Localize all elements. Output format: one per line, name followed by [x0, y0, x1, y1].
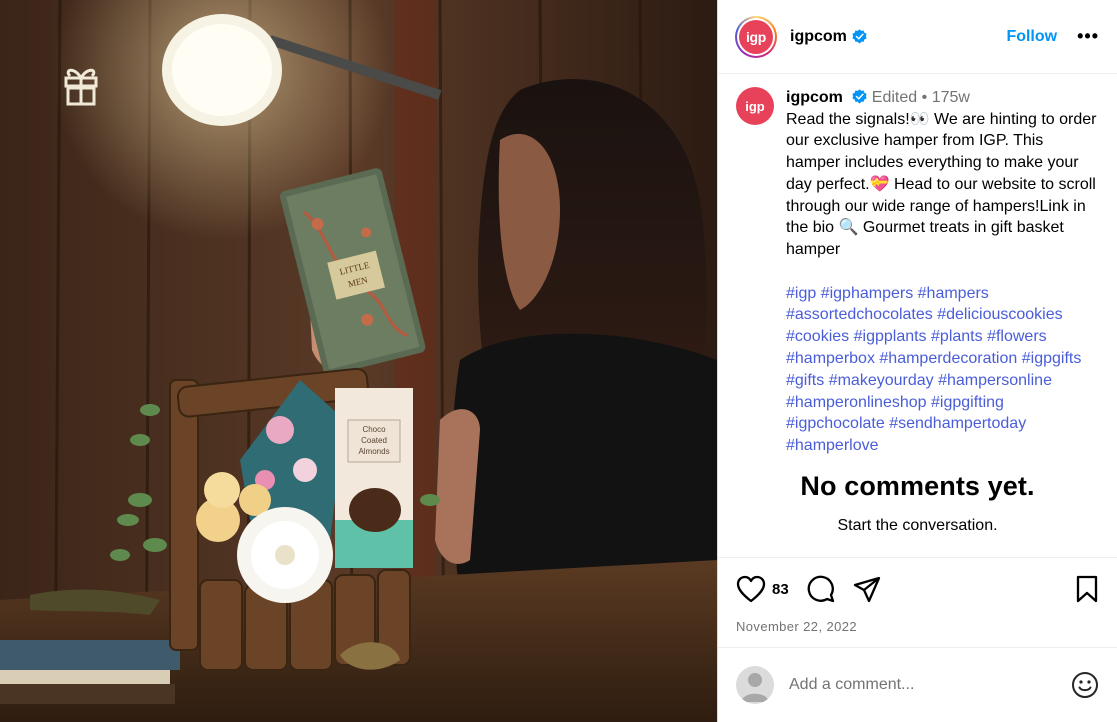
verified-icon: [852, 29, 867, 44]
more-icon[interactable]: •••: [1077, 26, 1099, 47]
action-row: 83: [736, 572, 1099, 606]
hashtag-link[interactable]: #igpchocolate: [786, 415, 885, 432]
hashtag-link[interactable]: #hampersonline: [938, 372, 1052, 389]
hashtag-link[interactable]: #cookies: [786, 328, 849, 345]
verified-icon: [852, 89, 867, 104]
caption-username[interactable]: igpcom: [786, 89, 843, 106]
hashtag-link[interactable]: #assortedchocolates: [786, 306, 933, 323]
no-comments-block: No comments yet. Start the conversation.: [736, 471, 1099, 535]
caption-body: Read the signals!👀 We are hinting to ord…: [786, 110, 1097, 258]
comment-icon[interactable]: [807, 575, 835, 603]
post-date[interactable]: November 22, 2022: [736, 619, 1099, 634]
box-text-line2: Coated: [361, 436, 387, 445]
caption-text-block: igpcom Edited • 175w Read the signals!👀 …: [786, 87, 1098, 457]
no-comments-subtitle: Start the conversation.: [837, 517, 998, 534]
hashtag-link[interactable]: #hamperdecoration: [879, 350, 1017, 367]
comment-input[interactable]: [789, 676, 1049, 694]
hashtag-link[interactable]: #deliciouscookies: [937, 306, 1062, 323]
hashtag-link[interactable]: #hamperbox: [786, 350, 875, 367]
hashtag-link[interactable]: #flowers: [987, 328, 1047, 345]
hashtag-link[interactable]: #hampers: [918, 285, 989, 302]
box-text-line1: Choco: [362, 425, 386, 434]
box-text-line3: Almonds: [358, 447, 389, 456]
post-details-panel: igp igpcom Follow ••• igp igpcom Edited …: [717, 0, 1117, 722]
hashtag-link[interactable]: #hamperlove: [786, 437, 879, 454]
caption-avatar[interactable]: igp: [736, 87, 774, 125]
post-image[interactable]: LITTLE MEN Choco Coated Almonds: [0, 0, 717, 722]
caption-row: igp igpcom Edited • 175w Read the signal…: [736, 87, 1099, 457]
hashtag-link[interactable]: #igpplants: [854, 328, 927, 345]
hashtag-link[interactable]: #sendhampertoday: [889, 415, 1026, 432]
hashtag-link[interactable]: #plants: [931, 328, 983, 345]
follow-button[interactable]: Follow: [1006, 28, 1057, 46]
meta-separator: •: [921, 89, 928, 106]
hashtag-link[interactable]: #igpgifts: [1022, 350, 1082, 367]
hashtag-link[interactable]: #igphampers: [821, 285, 914, 302]
caption-area: igp igpcom Edited • 175w Read the signal…: [718, 75, 1117, 557]
author-avatar-text: igp: [739, 19, 773, 54]
action-bar: 83 November 22, 2022: [718, 557, 1117, 647]
hashtag-link[interactable]: #igpgifting: [931, 394, 1004, 411]
caption-meta-line: igpcom Edited • 175w: [786, 87, 1098, 109]
hashtag-link[interactable]: #igp: [786, 285, 816, 302]
edited-label: Edited: [871, 89, 918, 106]
hashtag-link[interactable]: #gifts: [786, 372, 824, 389]
hashtag-link[interactable]: #hamperonlineshop: [786, 394, 927, 411]
post-age[interactable]: 175w: [932, 89, 970, 106]
heart-icon[interactable]: [736, 575, 766, 603]
like-count[interactable]: 83: [772, 581, 789, 598]
author-avatar[interactable]: igp: [735, 15, 777, 58]
current-user-avatar[interactable]: [736, 666, 774, 704]
post-photo-illustration: LITTLE MEN Choco Coated Almonds: [0, 0, 717, 722]
emoji-icon[interactable]: [1071, 671, 1099, 699]
share-icon[interactable]: [853, 575, 881, 603]
hashtag-list: #igp #igphampers #hampers #assortedchoco…: [786, 283, 1098, 457]
no-comments-title: No comments yet.: [800, 471, 1035, 501]
author-username[interactable]: igpcom: [790, 28, 847, 46]
comment-bar: [718, 647, 1117, 722]
bookmark-icon[interactable]: [1075, 575, 1099, 603]
post-header: igp igpcom Follow •••: [718, 0, 1117, 74]
hashtag-link[interactable]: #makeyourday: [829, 372, 934, 389]
